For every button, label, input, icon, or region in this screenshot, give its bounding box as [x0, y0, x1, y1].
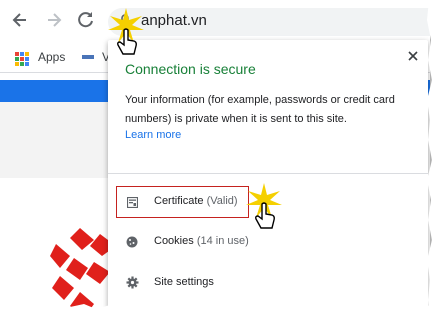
cookies-count: (14 in use) [196, 235, 249, 247]
certificate-label: Certificate [154, 195, 204, 207]
url-text[interactable]: anphat.vn [141, 12, 207, 29]
bookmark-favicon-icon [82, 55, 94, 59]
hand-cursor-icon [117, 28, 137, 55]
certificate-icon [127, 197, 138, 208]
bookmark-apps[interactable]: Apps [38, 50, 65, 64]
browser-window: anphat.vn Apps V Connection is secure Yo… [0, 0, 430, 312]
hand-cursor-icon [255, 202, 275, 229]
close-icon [408, 51, 418, 61]
forward-arrow-icon [48, 13, 62, 27]
certificate-item[interactable]: Certificate (Valid) [154, 195, 238, 207]
reload-icon [78, 12, 93, 28]
browser-toolbar: anphat.vn [0, 0, 430, 40]
torn-edge-right [427, 0, 437, 319]
reload-button[interactable] [76, 10, 96, 30]
back-arrow-icon [12, 13, 26, 27]
gear-icon [126, 276, 139, 289]
cookies-item[interactable]: Cookies (14 in use) [154, 235, 249, 247]
apps-grid-icon[interactable] [15, 52, 29, 66]
popup-divider [108, 173, 428, 174]
site-info-popup: Connection is secure Your information (f… [108, 40, 428, 312]
connection-secure-title: Connection is secure [125, 61, 256, 77]
privacy-description: Your information (for example, passwords… [125, 94, 395, 125]
back-button[interactable] [10, 10, 30, 30]
cookies-label: Cookies [154, 235, 194, 247]
learn-more-link[interactable]: Learn more [125, 129, 181, 141]
close-button[interactable] [408, 48, 418, 65]
torn-edge-bottom [0, 303, 437, 319]
cookie-icon [126, 236, 138, 248]
certificate-status: (Valid) [206, 195, 238, 207]
forward-button[interactable] [44, 10, 64, 30]
site-settings-item[interactable]: Site settings [154, 276, 214, 288]
